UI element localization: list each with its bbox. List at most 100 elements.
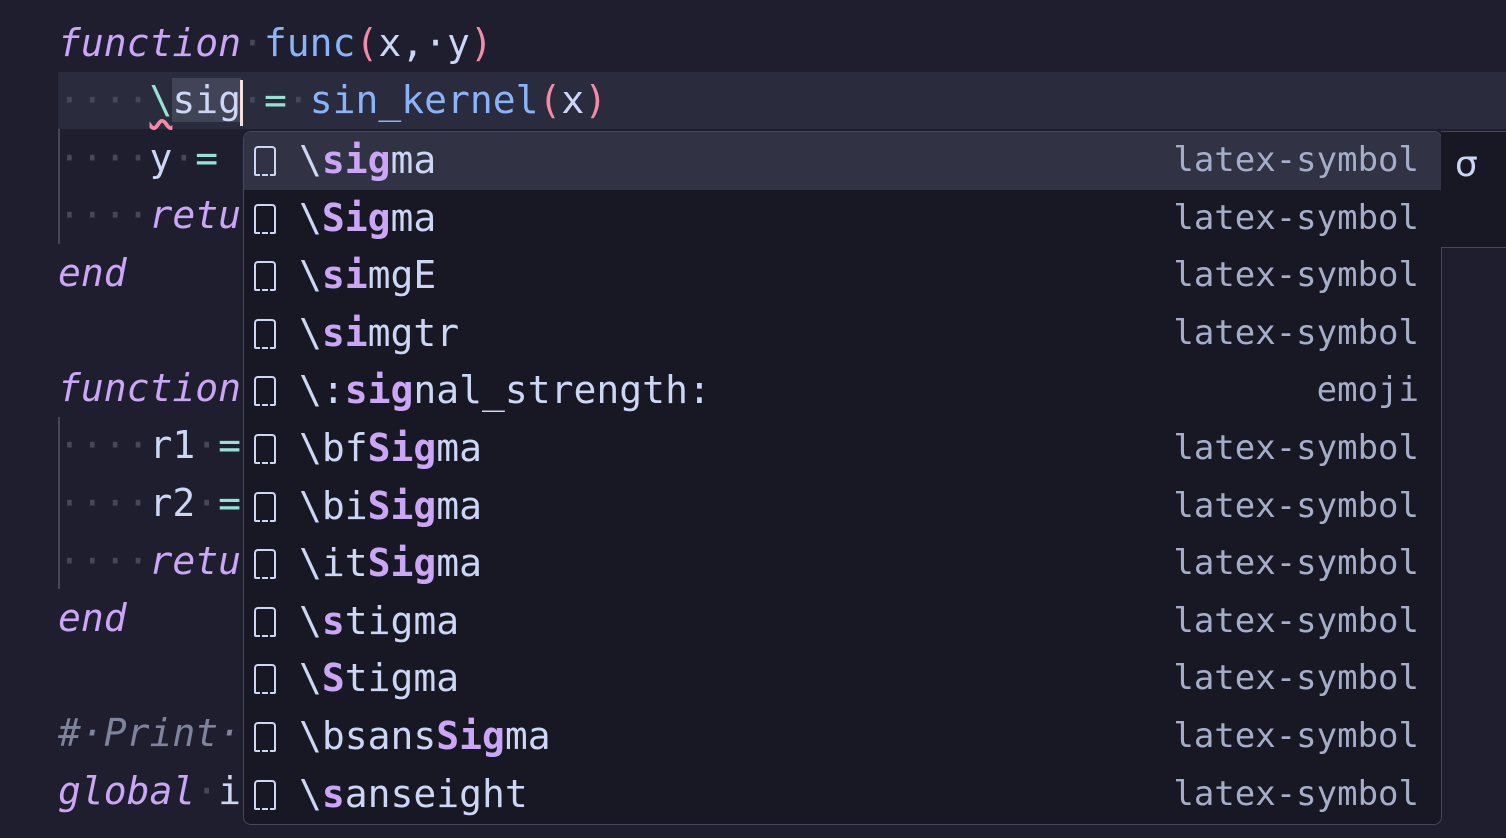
- suggestion-label-prefix: \: [299, 656, 322, 701]
- suggestion-label-prefix: \: [299, 771, 322, 816]
- symbol-snippet-icon: [254, 203, 276, 234]
- suggestion-label: \sanseight: [299, 766, 528, 824]
- suggestion-label-match: Sig: [367, 425, 437, 470]
- suggestion-label-match: sig: [321, 138, 391, 182]
- suggestion-item[interactable]: \Sigma latex-symbol: [244, 190, 1441, 248]
- suggestion-item[interactable]: \itSigma latex-symbol: [244, 535, 1441, 593]
- suggestion-widget[interactable]: \sigma latex-symbol \Sigma latex-symbol \sim…: [243, 131, 1442, 825]
- suggestion-details-panel: σ: [1441, 131, 1506, 248]
- code-line-3[interactable]: ····y·=: [58, 130, 218, 187]
- suggestion-label-prefix: \: [299, 310, 322, 355]
- suggestion-item[interactable]: \sanseight latex-symbol: [244, 766, 1441, 824]
- suggestion-label-prefix: \: [299, 195, 322, 240]
- suggestion-item[interactable]: \simgtr latex-symbol: [244, 305, 1441, 363]
- suggestion-label-rest: nal_strength:: [413, 368, 711, 413]
- symbol-snippet-icon: [254, 721, 276, 752]
- suggestion-label-rest: ma: [436, 483, 483, 528]
- code-line-11[interactable]: #·Print·: [58, 705, 241, 762]
- symbol-snippet-icon: [254, 606, 276, 637]
- keyword-function: function: [58, 21, 242, 65]
- suggestion-label: \simgE: [299, 247, 436, 305]
- suggestion-label-match: Sig: [436, 713, 505, 758]
- suggestion-label-match: Sig: [321, 195, 391, 240]
- suggestion-label-match: si: [321, 310, 368, 355]
- suggestion-label-match: S: [321, 656, 345, 701]
- symbol-snippet-icon: [254, 779, 276, 810]
- suggestion-item[interactable]: \stigma latex-symbol: [244, 593, 1441, 651]
- symbol-snippet-icon: [254, 491, 276, 522]
- suggestion-kind: latex-symbol: [1173, 197, 1419, 238]
- code-line-2-current[interactable]: ····\sig·=·sin_kernel(x): [58, 72, 1506, 129]
- suggestion-label: \Sigma: [299, 190, 436, 248]
- suggestion-kind: latex-symbol: [1173, 600, 1419, 641]
- code-line-8[interactable]: ····r2·=: [58, 475, 241, 532]
- details-symbol-preview: σ: [1455, 144, 1478, 185]
- suggestion-label-rest: tigma: [344, 656, 460, 701]
- suggestion-label-rest: ma: [436, 541, 483, 586]
- suggestion-kind: latex-symbol: [1173, 485, 1419, 526]
- suggestion-item[interactable]: \simgE latex-symbol: [244, 247, 1441, 305]
- suggestion-item[interactable]: \Stigma latex-symbol: [244, 650, 1441, 708]
- suggestion-label: \biSigma: [299, 478, 482, 536]
- suggestion-label-rest: ma: [436, 425, 483, 470]
- suggestion-item[interactable]: \bsansSigma latex-symbol: [244, 708, 1441, 766]
- code-line-12[interactable]: global·i: [58, 763, 241, 820]
- suggestion-label: \bfSigma: [299, 420, 482, 478]
- symbol-snippet-icon: [254, 664, 276, 695]
- suggestion-label-prefix: \bi: [299, 483, 368, 528]
- suggestion-kind: latex-symbol: [1173, 140, 1419, 180]
- suggestion-label-prefix: \: [299, 253, 322, 298]
- comment: #·Print·: [58, 711, 242, 755]
- code-line-5[interactable]: end: [58, 245, 127, 302]
- suggestion-label-prefix: \: [299, 598, 322, 643]
- suggestion-label: \:signal_strength:: [299, 362, 711, 420]
- suggestion-label: \simgtr: [299, 305, 459, 363]
- suggestion-label-rest: ma: [390, 138, 437, 182]
- suggestion-kind: latex-symbol: [1173, 773, 1419, 814]
- suggestion-kind: latex-symbol: [1173, 255, 1419, 296]
- typed-prefix: sig: [172, 78, 242, 122]
- symbol-snippet-icon: [254, 261, 276, 292]
- function-params: x,·y: [378, 21, 470, 65]
- code-line-9[interactable]: ····retu: [58, 533, 241, 590]
- suggestion-label: \Stigma: [299, 650, 459, 708]
- suggestion-label-rest: ma: [390, 195, 437, 240]
- function-name: func: [263, 21, 356, 65]
- suggestion-kind: latex-symbol: [1173, 658, 1419, 699]
- suggestion-label: \bsansSigma: [299, 708, 551, 766]
- suggestion-label-prefix: \:: [299, 368, 345, 413]
- suggestion-label-rest: tigma: [344, 598, 460, 643]
- symbol-snippet-icon: [254, 146, 276, 176]
- suggestion-label-rest: anseight: [344, 771, 528, 816]
- suggestion-kind: latex-symbol: [1173, 543, 1419, 584]
- symbol-snippet-icon: [254, 549, 276, 580]
- suggestion-label-match: s: [321, 598, 345, 643]
- suggestion-label-prefix: \bsans: [299, 713, 437, 758]
- suggestion-label-match: sig: [344, 368, 414, 413]
- suggestion-item[interactable]: \biSigma latex-symbol: [244, 478, 1441, 536]
- code-line-6[interactable]: function: [58, 360, 241, 417]
- symbol-snippet-icon: [254, 376, 276, 407]
- code-line-1[interactable]: function·func(x,·y): [58, 15, 493, 72]
- suggestion-label: \sigma: [299, 132, 436, 190]
- suggestion-label-match: Sig: [367, 541, 437, 586]
- suggestion-label-prefix: \bf: [299, 425, 368, 470]
- suggestion-kind: latex-symbol: [1173, 715, 1419, 756]
- suggestion-label-rest: ma: [504, 713, 551, 758]
- suggestion-kind: latex-symbol: [1173, 427, 1419, 468]
- suggestion-label-match: Sig: [367, 483, 437, 528]
- code-line-4[interactable]: ····retu: [58, 187, 241, 244]
- suggestion-label: \stigma: [299, 593, 459, 651]
- suggestion-label-rest: mgE: [367, 253, 437, 298]
- suggestion-label: \itSigma: [299, 535, 482, 593]
- suggestion-label-prefix: \it: [299, 541, 368, 586]
- suggestion-item[interactable]: \sigma latex-symbol: [244, 132, 1441, 190]
- code-line-10[interactable]: end: [58, 590, 127, 647]
- symbol-snippet-icon: [254, 318, 276, 349]
- call-name: sin_kernel: [309, 78, 539, 122]
- code-line-7[interactable]: ····r1·=: [58, 417, 241, 474]
- suggestion-item[interactable]: \bfSigma latex-symbol: [244, 420, 1441, 478]
- suggestion-label-match: si: [321, 253, 368, 298]
- suggestion-item[interactable]: \:signal_strength: emoji: [244, 362, 1441, 420]
- symbol-snippet-icon: [254, 433, 276, 464]
